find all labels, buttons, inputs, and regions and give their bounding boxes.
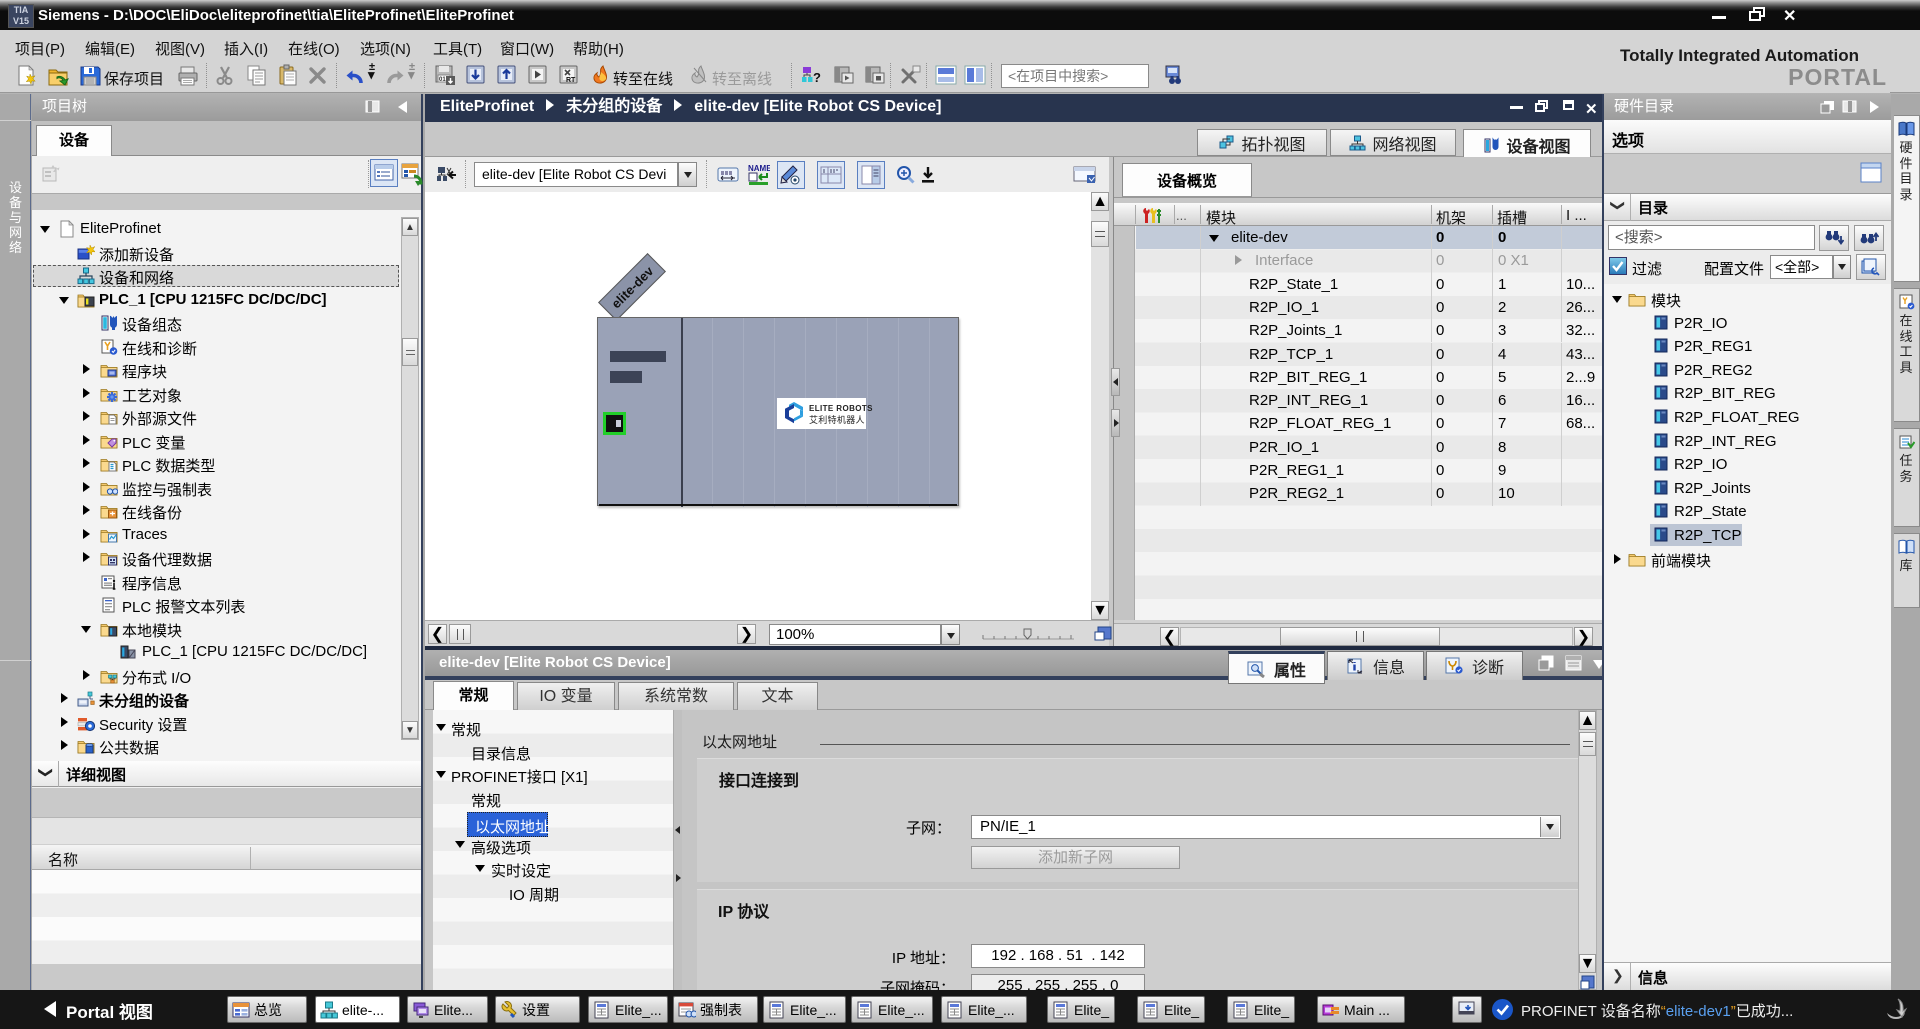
svg-text:RT: RT (566, 77, 576, 84)
svg-text:NAME: NAME (748, 164, 770, 173)
svg-text:?: ? (813, 70, 821, 85)
svg-text:01: 01 (439, 77, 446, 83)
